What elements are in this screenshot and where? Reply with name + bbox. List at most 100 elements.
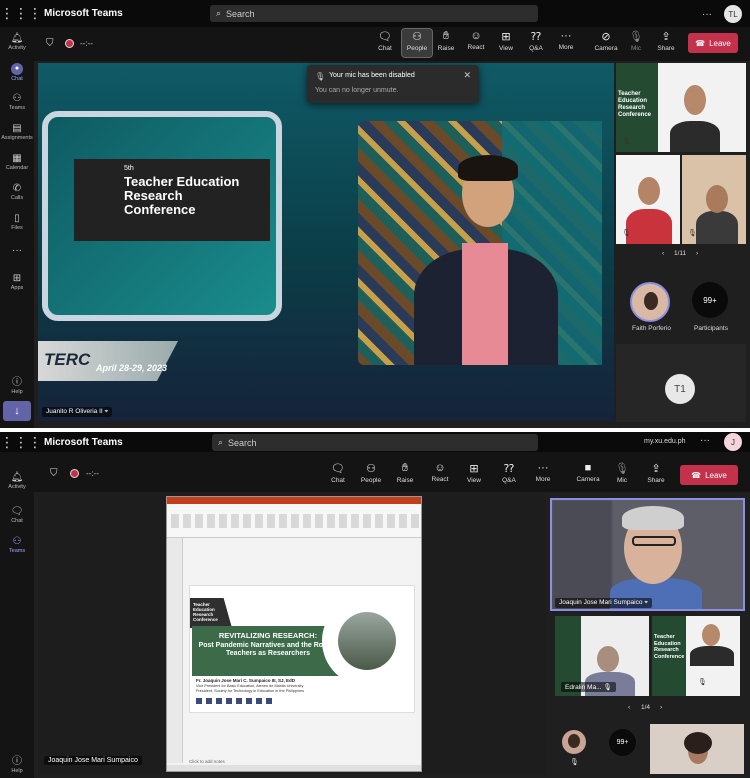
- qa-button[interactable]: ⁇ Q&A: [522, 30, 550, 52]
- mic-button[interactable]: 🎙︎ Mic: [608, 462, 636, 484]
- rail-activity[interactable]: 🔔︎ Activity: [0, 33, 34, 51]
- leave-button[interactable]: ☎ Leave: [680, 465, 738, 485]
- pager-next-icon[interactable]: ›: [660, 704, 662, 711]
- rail-apps[interactable]: ⊞ Apps: [0, 273, 34, 291]
- user-avatar[interactable]: J: [724, 433, 742, 451]
- participants-count-bubble[interactable]: 99+: [692, 282, 728, 318]
- rail-teams[interactable]: ⚇ Teams: [0, 93, 34, 111]
- slide-logos: [196, 698, 276, 704]
- view-button[interactable]: ⊞ View: [460, 462, 488, 484]
- pager-next-icon[interactable]: ›: [696, 250, 698, 257]
- rail-teams[interactable]: ⚇ Teams: [0, 536, 34, 554]
- bell-icon: 🔔︎: [10, 472, 24, 483]
- rail-chat[interactable]: 🗨︎ Chat: [0, 506, 34, 524]
- chat-button[interactable]: 🗨︎ Chat: [324, 462, 352, 484]
- user-avatar[interactable]: TL: [724, 5, 742, 23]
- participant-body: [696, 211, 738, 244]
- participant-tile-3[interactable]: 🎙︎: [682, 155, 746, 244]
- slide-subtitle: Post Pandemic Narratives and the Role of…: [198, 642, 338, 657]
- participant-avatar[interactable]: [562, 730, 586, 754]
- participant-tile-edralin[interactable]: Edralin Ma... 🎙︎: [555, 616, 649, 696]
- search-input[interactable]: ⌕ Search: [212, 434, 538, 451]
- qa-button[interactable]: ⁇ Q&A: [495, 462, 523, 484]
- shield-icon: ⛉: [50, 468, 58, 479]
- participant-tile-host[interactable]: Teacher Education Research Conference 🎙︎: [652, 616, 740, 696]
- faith-avatar[interactable]: [630, 282, 670, 322]
- rail-activity[interactable]: 🔔︎ Activity: [0, 472, 34, 490]
- react-button[interactable]: ☺ React: [462, 30, 490, 51]
- rail-help[interactable]: ⓘ Help: [0, 752, 34, 774]
- pager-prev-icon[interactable]: ‹: [662, 250, 664, 257]
- gallery-pager: 1/4: [641, 704, 651, 711]
- meeting-timer: --:--: [86, 469, 99, 478]
- chat-icon: 🗨︎: [331, 463, 345, 475]
- leave-button[interactable]: ☎ Leave: [688, 33, 738, 53]
- react-button[interactable]: ☺ React: [426, 462, 454, 483]
- share-button[interactable]: ⇪ Share: [642, 462, 670, 484]
- slide-role-2: President, Society for Technology in Edu…: [196, 689, 304, 693]
- camera-button[interactable]: ■ Camera: [572, 462, 604, 483]
- ellipsis-icon: ···: [560, 30, 572, 42]
- shared-content-stage[interactable]: Teacher Education Research Conference RE…: [38, 494, 546, 774]
- participant-tile-host[interactable]: Teacher Education Research Conference 🎙︎: [616, 63, 746, 152]
- rail-files[interactable]: ▯ Files: [0, 213, 34, 231]
- rail-chat[interactable]: ● Chat: [0, 63, 34, 82]
- more-button[interactable]: ··· More: [529, 462, 557, 483]
- view-button[interactable]: ⊞ View: [492, 30, 520, 52]
- active-speaker-tile[interactable]: Joaquin Jose Mari Sumpaico ⌖: [550, 498, 745, 611]
- shield-icon: ⛉: [46, 38, 54, 49]
- conference-banner: Teacher Education Research Conference: [652, 616, 686, 696]
- rail-calendar[interactable]: ▦ Calendar: [0, 153, 34, 171]
- rail-help[interactable]: ⓘ Help: [0, 373, 34, 395]
- search-icon: ⌕: [218, 437, 224, 447]
- app-launcher-icon[interactable]: ⋮⋮⋮: [0, 434, 42, 451]
- more-options-icon[interactable]: ···: [702, 9, 712, 20]
- people-button[interactable]: ⚇ People: [356, 462, 386, 484]
- participant-tile-4[interactable]: [650, 724, 744, 774]
- camera-icon: ■: [584, 462, 592, 474]
- qa-icon: ⁇: [503, 463, 515, 475]
- recording-icon: [65, 39, 74, 48]
- slide-thumbnails: [167, 538, 183, 763]
- calendar-icon: ▦: [12, 153, 22, 164]
- camera-button[interactable]: ⊘ Camera: [592, 30, 620, 52]
- grid-view-icon: ⊞: [469, 463, 479, 475]
- self-view-tile[interactable]: T1: [616, 344, 746, 422]
- share-button[interactable]: ⇪ Share: [652, 30, 680, 52]
- hand-icon: ✋︎: [401, 462, 409, 474]
- close-icon[interactable]: ✕: [463, 70, 471, 81]
- more-button[interactable]: ··· More: [552, 30, 580, 51]
- smiley-icon: ☺: [434, 462, 446, 474]
- hangup-icon: ☎: [691, 470, 702, 480]
- chat-button[interactable]: 🗨︎ Chat: [371, 30, 399, 52]
- main-video-stage[interactable]: 5th Teacher Education Research Conferenc…: [38, 63, 614, 421]
- event-date: April 28-29, 2023: [96, 363, 168, 373]
- app-rail: 🔔︎ Activity 🗨︎ Chat ⚇ Teams ⓘ Help: [0, 452, 34, 778]
- raise-hand-button[interactable]: ✋︎ Raise: [432, 30, 460, 52]
- mic-off-icon: 🎙︎: [615, 463, 629, 475]
- slide-headline: REVITALIZING RESEARCH:: [218, 631, 318, 640]
- slide-notes[interactable]: Click to add notes: [189, 759, 225, 764]
- pager-prev-icon[interactable]: ‹: [628, 704, 630, 711]
- app-launcher-icon[interactable]: ⋮⋮⋮: [0, 5, 42, 22]
- mic-button[interactable]: 🎙︎ Mic: [622, 30, 650, 52]
- participants-count-bubble[interactable]: 99+: [609, 729, 636, 756]
- rail-assignments[interactable]: ▤ Assignments: [0, 123, 34, 141]
- raise-hand-button[interactable]: ✋︎ Raise: [391, 462, 419, 484]
- recording-icon: [70, 469, 79, 478]
- slide-role-1: Vice President for Basic Education, Aten…: [196, 684, 304, 688]
- more-options-icon[interactable]: ···: [700, 435, 710, 446]
- avatar-hair: [568, 734, 580, 748]
- search-input[interactable]: ⌕ Search: [210, 5, 538, 22]
- slide-conf-tag: Teacher Education Research Conference: [190, 598, 232, 628]
- smiley-icon: ☺: [470, 30, 482, 42]
- qa-icon: ⁇: [530, 31, 542, 43]
- participant-tile-2[interactable]: 🎙︎: [616, 155, 680, 244]
- bottom-teams-window: ⋮⋮⋮ Microsoft Teams ⌕ Search my.xu.edu.p…: [0, 432, 750, 778]
- people-button[interactable]: ⚇ People: [401, 28, 433, 58]
- powerpoint-window[interactable]: Teacher Education Research Conference RE…: [166, 496, 422, 772]
- rail-calls[interactable]: ✆ Calls: [0, 183, 34, 201]
- faith-name: Faith Porferio: [632, 325, 672, 332]
- download-icon[interactable]: ↓: [3, 401, 31, 421]
- rail-more[interactable]: ···: [0, 245, 34, 257]
